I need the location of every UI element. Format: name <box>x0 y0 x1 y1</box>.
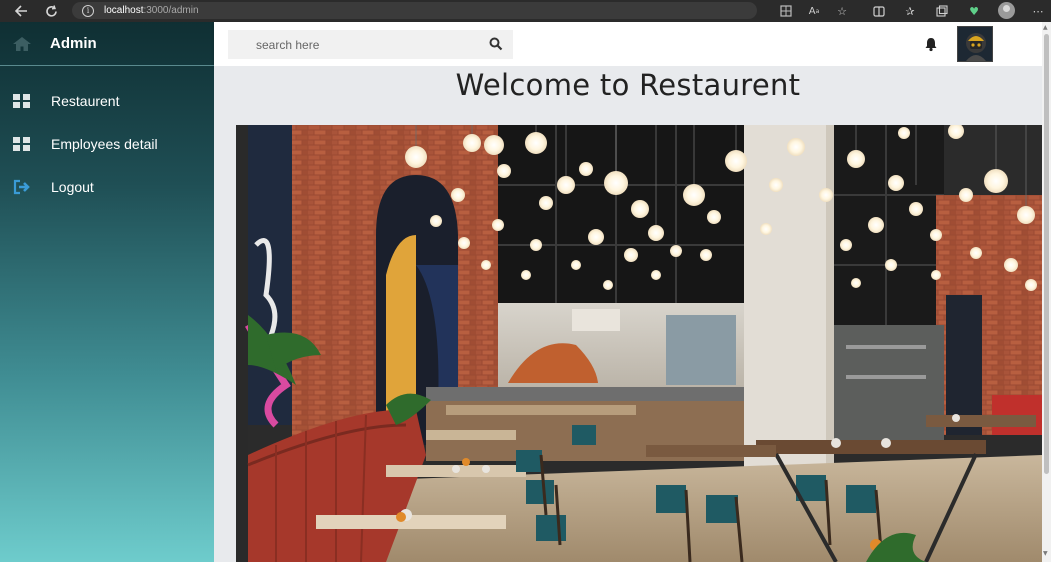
favorite-icon[interactable]: ☆ <box>834 3 850 19</box>
avatar[interactable] <box>957 26 993 62</box>
browser-toolbar: i localhost:3000/admin Aa ☆ ✰ ♥ ⋯ <box>0 0 1051 22</box>
bell-icon[interactable] <box>923 36 939 52</box>
sidebar-item-logout[interactable]: Logout <box>0 173 214 201</box>
read-aloud-icon[interactable]: Aa <box>806 3 822 19</box>
dashboard-icon <box>13 136 31 152</box>
sidebar-title: Admin <box>50 35 97 52</box>
search-icon[interactable] <box>489 36 503 51</box>
restaurant-image <box>236 125 1042 562</box>
url-path: :3000/admin <box>143 5 199 16</box>
collections-icon[interactable] <box>934 3 950 19</box>
sidebar-item-label: Restaurent <box>51 93 120 109</box>
sidebar-item-label: Logout <box>51 179 94 195</box>
sidebar-item-restaurent[interactable]: Restaurent <box>0 87 214 115</box>
grid-icon[interactable] <box>778 3 794 19</box>
sidebar-item-employees-detail[interactable]: Employees detail <box>0 130 214 158</box>
more-icon[interactable]: ⋯ <box>1030 3 1046 19</box>
scroll-thumb[interactable] <box>1044 34 1049 474</box>
topbar <box>214 22 1042 66</box>
dashboard-icon <box>13 93 31 109</box>
home-icon[interactable] <box>12 36 32 52</box>
url-host: localhost <box>104 5 144 16</box>
address-bar[interactable]: i localhost:3000/admin <box>72 2 757 19</box>
scroll-down-icon[interactable]: ▼ <box>1043 550 1048 557</box>
page-title: Welcome to Restaurent <box>455 68 801 102</box>
sidebar: Admin Restaurent Employees detail Logout <box>0 22 214 562</box>
sidebar-item-label: Employees detail <box>51 136 158 152</box>
logout-icon <box>13 179 31 195</box>
split-screen-icon[interactable] <box>871 3 887 19</box>
page-scrollbar[interactable]: ▲ ▼ <box>1042 22 1051 562</box>
reload-icon[interactable] <box>40 2 62 20</box>
sidebar-header: Admin <box>0 22 214 66</box>
info-icon[interactable]: i <box>82 4 94 17</box>
profile-icon[interactable] <box>998 2 1015 19</box>
back-icon[interactable] <box>10 2 32 20</box>
main-content: Welcome to Restaurent <box>214 66 1042 562</box>
heart-icon[interactable]: ♥ <box>966 3 982 19</box>
search-input[interactable] <box>228 30 513 59</box>
favorites-icon[interactable]: ✰ <box>902 3 918 19</box>
scroll-up-icon[interactable]: ▲ <box>1043 24 1048 31</box>
